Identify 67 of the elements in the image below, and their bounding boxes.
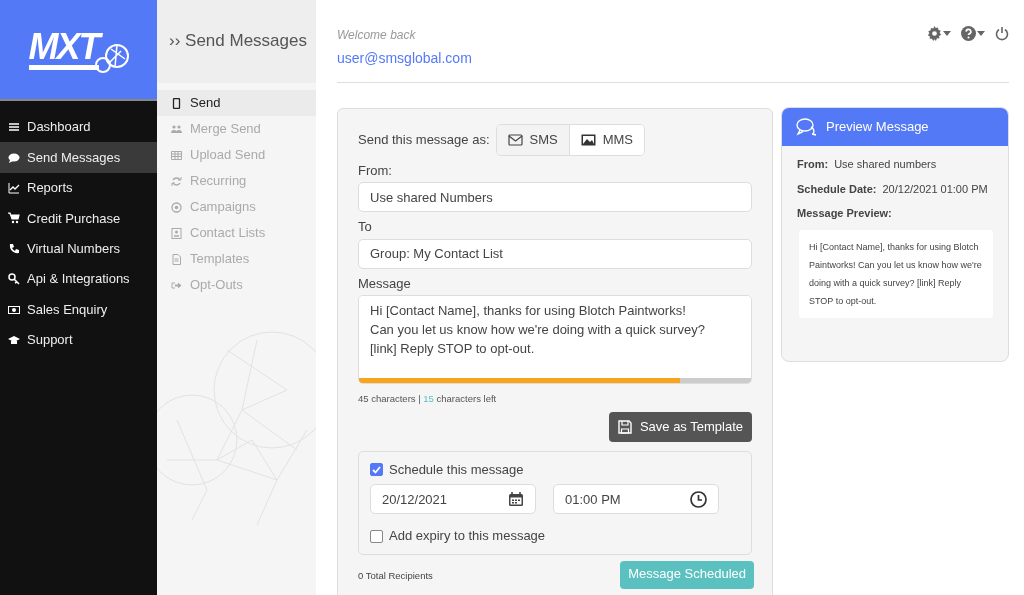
refresh-icon	[171, 175, 182, 187]
schedule-checkbox[interactable]	[370, 463, 383, 476]
caret-icon	[977, 31, 985, 36]
settings-icon	[927, 26, 942, 41]
contact-card-icon	[171, 227, 182, 239]
document-icon	[171, 253, 182, 265]
help-menu-button[interactable]	[961, 26, 985, 41]
section-title: ›› Send Messages	[169, 31, 307, 50]
field-label: Send this message as:	[358, 131, 490, 149]
sign-out-icon	[171, 279, 182, 291]
sidebar-item[interactable]: Reports	[0, 172, 157, 204]
checkbox-label: Schedule this message	[389, 460, 524, 479]
sidebar-item[interactable]: Sales Enquiry	[0, 294, 157, 325]
sidebar-item[interactable]: Dashboard	[0, 112, 157, 143]
save-icon	[617, 420, 632, 434]
envelope-icon	[507, 133, 523, 146]
caret-icon	[943, 31, 951, 36]
settings-menu-button[interactable]	[927, 26, 951, 41]
message-field[interactable]: Hi [Contact Name], thanks for using Blotch Paintworks! Can you let us know how we're doing with a quick survey? [link] Reply STOP to opt-out.	[358, 295, 752, 384]
field-value: Use shared numbers	[834, 157, 937, 172]
field-label: Schedule Date:	[797, 181, 877, 197]
field-label: From:	[358, 161, 393, 180]
cart-icon	[8, 212, 20, 225]
message-preview: Hi [Contact Name], thanks for using Blotch Paintworks! Can you let us know how we're doing with a quick survey? [link] Reply STOP to opt-out.	[799, 229, 993, 318]
field-label: Message Preview:	[797, 206, 892, 221]
sidebar-item[interactable]: Api & Integrations	[0, 263, 157, 295]
sidebar-item[interactable]: Credit Purchase	[0, 203, 157, 234]
line-chart-icon	[8, 181, 20, 194]
panel-title: Preview Message	[826, 118, 929, 137]
power-button[interactable]	[995, 26, 1009, 41]
sidebar-item[interactable]: Support	[0, 324, 157, 356]
power-icon	[995, 26, 1009, 41]
from-field[interactable]: Use shared Numbers	[358, 182, 752, 212]
graduation-cap-icon	[8, 333, 20, 346]
save-template-button[interactable]: Save as Template	[608, 412, 752, 442]
sidebar-item[interactable]: Send Messages	[0, 142, 157, 173]
user-email[interactable]: user@smsglobal.com	[337, 48, 472, 69]
cash-icon	[8, 303, 20, 316]
calendar-icon	[508, 491, 524, 507]
phone-icon	[8, 242, 20, 255]
character-count: 45 characters | 15 characters left	[358, 392, 498, 406]
field-label: From:	[797, 157, 829, 172]
welcome-text: Welcome back	[337, 27, 417, 44]
help-icon	[961, 26, 976, 41]
message-type-toggle[interactable]: SMS	[496, 125, 570, 155]
to-field[interactable]: Group: My Contact List	[358, 238, 752, 269]
subnav-item[interactable]: Send	[157, 90, 316, 116]
menu-icon	[8, 121, 20, 134]
time-field[interactable]: 01:00 PM	[553, 484, 719, 515]
speech-bubble-icon	[8, 151, 20, 164]
sidebar-item[interactable]: Virtual Numbers	[0, 233, 157, 264]
image-icon	[580, 133, 596, 146]
field-label: To	[358, 218, 373, 236]
chat-bubbles-icon	[796, 118, 818, 136]
field-label: Message	[358, 274, 412, 293]
clock-icon	[690, 490, 707, 508]
users-icon	[171, 123, 182, 135]
checkbox-label: Add expiry to this message	[389, 527, 546, 546]
expiry-checkbox[interactable]	[370, 529, 383, 543]
table-icon	[171, 149, 182, 161]
recipients-count: 0 Total Recipients	[358, 569, 433, 582]
date-field[interactable]: 20/12/2021	[370, 484, 536, 515]
phone-icon	[171, 97, 182, 109]
message-type-toggle[interactable]: MMS	[569, 125, 645, 155]
target-icon	[171, 201, 182, 213]
field-value: 20/12/2021 01:00 PM	[882, 181, 988, 197]
key-icon	[8, 273, 20, 286]
